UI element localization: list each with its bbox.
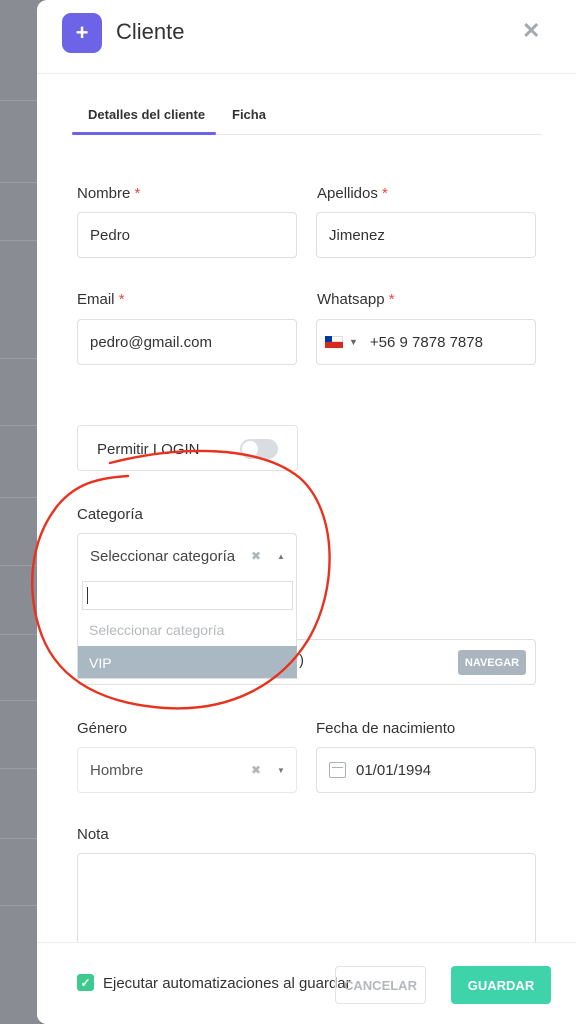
categoria-label: Categoría [77,506,143,523]
login-label: Permitir LOGIN [97,441,200,458]
nombre-value: Pedro [90,226,131,244]
fecha-input[interactable]: 01/01/1994 [316,747,536,793]
navegar-partial-text: ) [299,652,304,669]
text-cursor [87,587,88,604]
backdrop-divider [0,634,40,635]
dropdown-option-placeholder[interactable]: Seleccionar categoría [89,622,224,638]
toggle-knob [242,441,258,457]
fecha-label: Fecha de nacimiento [316,720,456,737]
email-label: Email * [77,291,125,308]
login-toggle[interactable] [240,439,278,459]
save-button[interactable]: GUARDAR [451,966,551,1004]
cancel-button[interactable]: CANCELAR [335,966,426,1004]
categoria-selected-value: Seleccionar categoría [90,548,236,565]
categoria-select[interactable]: Seleccionar categoría ✖ ▲ [77,533,297,579]
backdrop-divider [0,768,40,769]
modal-footer: ✓ Ejecutar automatizaciones al guardar C… [37,942,576,1024]
chile-flag-icon[interactable] [325,336,343,348]
email-input[interactable]: pedro@gmail.com [77,319,297,365]
calendar-icon[interactable] [329,762,346,778]
active-tab-indicator [72,132,216,135]
tab-detalles-del-cliente[interactable]: Detalles del cliente [88,107,205,122]
chevron-down-icon[interactable]: ▼ [277,766,285,775]
categoria-dropdown: Seleccionar categoría VIP [77,579,297,679]
backdrop-divider [0,425,40,426]
dropdown-option-vip[interactable]: VIP [78,646,297,678]
fecha-value: 01/01/1994 [356,761,432,779]
backdrop-divider [0,700,40,701]
genero-select[interactable]: Hombre ✖ ▼ [77,747,297,793]
clear-icon[interactable]: ✖ [251,549,261,563]
backdrop-divider [0,100,40,101]
backdrop-divider [0,905,40,906]
genero-label: Género [77,720,128,737]
navegar-button[interactable]: NAVEGAR [458,650,526,675]
client-modal: + Cliente ✕ Detalles del cliente Ficha N… [37,0,576,1024]
backdrop-divider [0,838,40,839]
apellidos-value: Jimenez [329,226,385,244]
whatsapp-value: +56 9 7878 7878 [369,333,483,351]
dropdown-search-input[interactable] [82,581,293,610]
tab-bar: Detalles del cliente Ficha [72,95,542,135]
apellidos-input[interactable]: Jimenez [316,212,536,258]
whatsapp-label: Whatsapp * [317,291,395,308]
nota-label: Nota [77,826,109,843]
apellidos-label: Apellidos * [317,185,388,202]
modal-backdrop[interactable] [0,0,40,1024]
email-value: pedro@gmail.com [90,333,212,351]
whatsapp-input[interactable]: ▼ +56 9 7878 7878 [316,319,536,365]
backdrop-divider [0,358,40,359]
automation-checkbox[interactable]: ✓ [77,974,94,991]
nombre-input[interactable]: Pedro [77,212,297,258]
plus-icon[interactable]: + [62,13,102,53]
genero-value: Hombre [90,761,144,779]
modal-header: + Cliente ✕ [37,0,576,74]
backdrop-divider [0,240,40,241]
close-icon[interactable]: ✕ [522,18,540,44]
backdrop-divider [0,182,40,183]
backdrop-divider [0,497,40,498]
country-dropdown-icon[interactable]: ▼ [349,337,358,347]
backdrop-divider [0,565,40,566]
clear-icon[interactable]: ✖ [251,763,261,777]
tab-ficha[interactable]: Ficha [232,107,266,122]
chevron-up-icon[interactable]: ▲ [277,552,285,561]
modal-title: Cliente [116,19,185,44]
automation-checkbox-label[interactable]: Ejecutar automatizaciones al guardar [103,975,351,992]
nombre-label: Nombre * [77,185,141,202]
login-toggle-row: Permitir LOGIN [77,425,298,471]
